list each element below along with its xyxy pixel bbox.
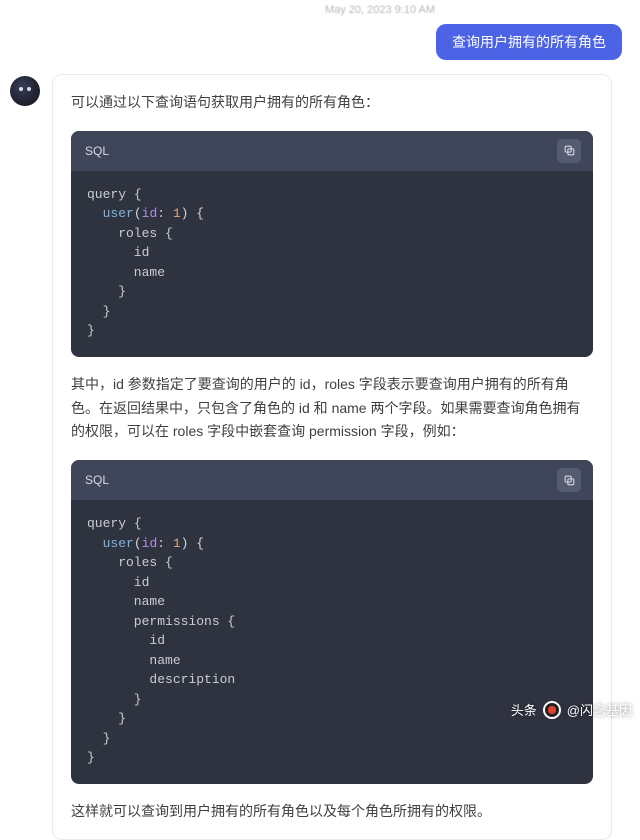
assistant-middle-text: 其中，id 参数指定了要查询的用户的 id，roles 字段表示要查询用户拥有的… xyxy=(71,373,593,444)
assistant-intro-text: 可以通过以下查询语句获取用户拥有的所有角色： xyxy=(71,91,593,115)
assistant-row: 可以通过以下查询语句获取用户拥有的所有角色： SQL query { user(… xyxy=(0,74,640,840)
assistant-bubble: 可以通过以下查询语句获取用户拥有的所有角色： SQL query { user(… xyxy=(52,74,612,840)
assistant-avatar xyxy=(10,76,40,106)
user-message-bubble: 查询用户拥有的所有角色 xyxy=(436,24,622,60)
code-body: query { user(id: 1) { roles { id name pe… xyxy=(71,500,593,784)
code-header: SQL xyxy=(71,460,593,500)
watermark-logo-icon xyxy=(543,701,561,719)
chat-timestamp: May 20, 2023 9:10 AM xyxy=(280,0,480,18)
code-block-1: SQL query { user(id: 1) { roles { id nam… xyxy=(71,131,593,357)
code-header: SQL xyxy=(71,131,593,171)
watermark-label-1: 头条 xyxy=(511,700,537,719)
code-block-2: SQL query { user(id: 1) { roles { id nam… xyxy=(71,460,593,784)
code-language-label: SQL xyxy=(85,473,109,487)
copy-code-button[interactable] xyxy=(557,139,581,163)
copy-icon xyxy=(563,144,576,157)
code-language-label: SQL xyxy=(85,144,109,158)
assistant-outro-text: 这样就可以查询到用户拥有的所有角色以及每个角色所拥有的权限。 xyxy=(71,800,593,824)
watermark: 头条 @闪念基因 xyxy=(511,700,632,719)
user-message-row: 查询用户拥有的所有角色 xyxy=(0,18,640,74)
copy-code-button[interactable] xyxy=(557,468,581,492)
copy-icon xyxy=(563,474,576,487)
code-body: query { user(id: 1) { roles { id name } … xyxy=(71,171,593,357)
watermark-label-2: @闪念基因 xyxy=(567,700,632,719)
